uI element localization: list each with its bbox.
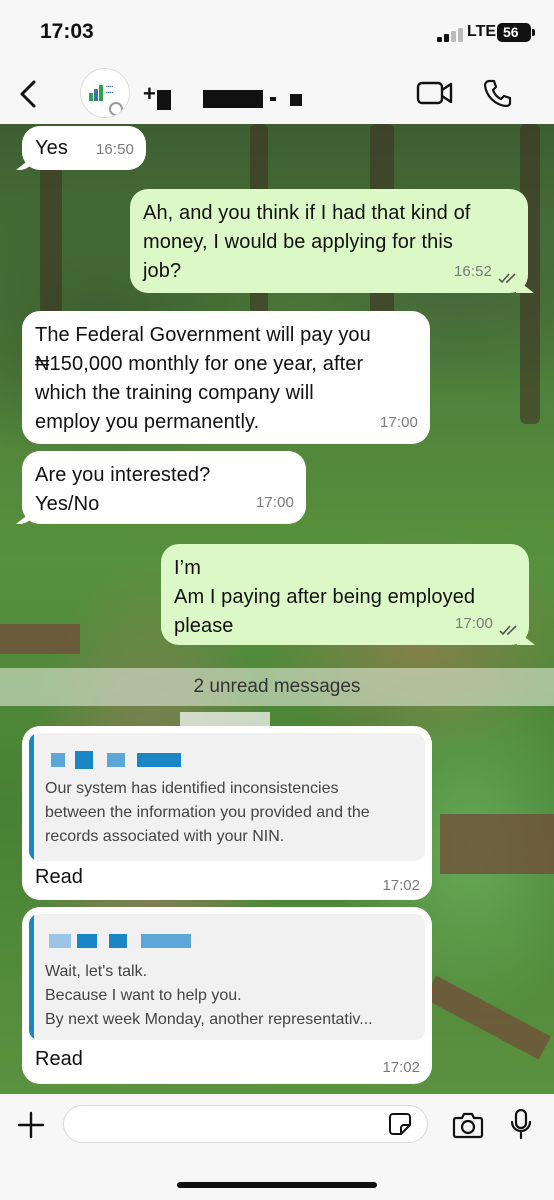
status-bar: 17:03 LTE 56 [0, 0, 554, 64]
message-time: 17:00 [379, 414, 418, 431]
battery-level: 56 [503, 24, 519, 40]
quoted-message[interactable]: Our system has identified inconsistencie… [29, 733, 425, 861]
message-line: Are you interested? [35, 464, 211, 486]
reply-text: Read [35, 1048, 83, 1070]
message-line: Am I paying after being employed [174, 586, 476, 608]
message-time: 17:00 [454, 615, 493, 632]
back-icon[interactable] [16, 78, 40, 110]
video-call-icon[interactable] [416, 80, 454, 106]
message-time: 17:02 [382, 1059, 420, 1076]
home-indicator[interactable] [177, 1182, 377, 1188]
status-time: 17:03 [40, 20, 94, 43]
contact-name[interactable]: + [143, 81, 156, 107]
quoted-line: between the information you provided and… [45, 804, 370, 821]
message-time: 16:52 [453, 263, 492, 280]
message-line: I’m [174, 557, 201, 579]
message-bubble-with-quote[interactable]: Our system has identified inconsistencie… [22, 726, 432, 900]
quoted-line: By next week Monday, another representat… [45, 1011, 373, 1028]
message-line: Ah, and you think if I had that kind of [143, 202, 471, 224]
message-input[interactable] [63, 1105, 428, 1143]
message-line: ₦150,000 monthly for one year, after [35, 353, 364, 375]
redacted-phone-number [157, 90, 171, 110]
message-bubble-outgoing[interactable]: Ah, and you think if I had that kind of … [130, 189, 528, 293]
message-time: 16:50 [95, 141, 134, 158]
message-time: 17:00 [255, 494, 294, 511]
plus-icon[interactable] [16, 1110, 46, 1140]
loading-icon [109, 102, 123, 116]
message-bubble-incoming[interactable]: Yes 16:50 [22, 126, 146, 170]
message-time: 17:02 [382, 877, 420, 894]
quoted-line: Wait, let's talk. [45, 963, 148, 980]
message-text: Yes [35, 137, 68, 159]
avatar-logo-text: ▪▪▪▪ ▪▪▪▪ [106, 84, 114, 96]
message-line: money, I would be applying for this [143, 231, 453, 253]
phone-call-icon[interactable] [483, 78, 513, 108]
network-label: LTE [467, 23, 497, 40]
battery-icon: 56 [497, 23, 531, 42]
read-receipt-icon [498, 273, 516, 284]
message-bubble-incoming[interactable]: The Federal Government will pay you ₦150… [22, 311, 430, 444]
message-line: The Federal Government will pay you [35, 324, 371, 346]
sticker-icon[interactable] [388, 1112, 412, 1136]
quoted-line: Because I want to help you. [45, 987, 242, 1004]
read-receipt-icon [499, 625, 517, 636]
avatar[interactable]: ▪▪▪▪ ▪▪▪▪ [80, 68, 130, 118]
reply-text: Read [35, 866, 83, 888]
message-line: Yes/No [35, 493, 100, 515]
message-bubble-with-quote[interactable]: Wait, let's talk. Because I want to help… [22, 907, 432, 1084]
microphone-icon[interactable] [510, 1108, 532, 1140]
message-line: which the training company will [35, 382, 314, 404]
unread-messages-divider: 2 unread messages [0, 668, 554, 706]
message-bubble-incoming[interactable]: Are you interested? Yes/No 17:00 [22, 451, 306, 524]
quoted-line: records associated with your NIN. [45, 828, 285, 845]
message-bubble-outgoing[interactable]: I’m Am I paying after being employed ple… [161, 544, 529, 645]
quoted-line: Our system has identified inconsistencie… [45, 780, 339, 797]
message-line: employ you permanently. [35, 411, 260, 433]
quoted-message[interactable]: Wait, let's talk. Because I want to help… [29, 914, 425, 1040]
chat-header: ▪▪▪▪ ▪▪▪▪ + [0, 64, 554, 124]
camera-icon[interactable] [452, 1111, 484, 1139]
signal-icon [437, 26, 467, 42]
